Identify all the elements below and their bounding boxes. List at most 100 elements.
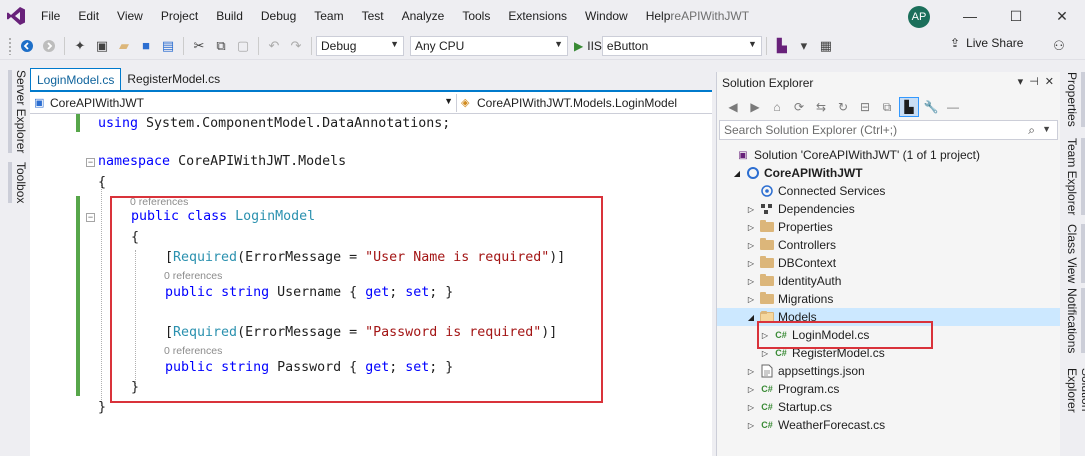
pin-icon[interactable]: ⊣ [1029, 75, 1039, 88]
visual-studio-logo-icon[interactable] [0, 0, 32, 32]
tab-register-model[interactable]: RegisterModel.cs [121, 68, 227, 90]
collapse-class-icon[interactable]: − [86, 213, 95, 222]
menu-test[interactable]: Test [353, 0, 393, 32]
tab-login-model[interactable]: LoginModel.cs [30, 68, 122, 90]
refresh-icon[interactable]: ↻ [833, 97, 853, 117]
project-nav-combo[interactable]: ▣ CoreAPIWithJWT ▼ [30, 94, 456, 112]
toolbox-tab[interactable]: Toolbox [8, 162, 28, 204]
toolbar-grip[interactable] [8, 36, 12, 55]
forward-icon[interactable]: ▶ [745, 97, 765, 117]
start-debugging-button[interactable]: ▶ IIS [574, 39, 602, 53]
menu-team[interactable]: Team [305, 0, 352, 32]
expand-arrow-icon[interactable]: ▷ [759, 349, 771, 358]
solution-explorer-search-input[interactable]: Search Solution Explorer (Ctrl+;) ⌕ ▼ [719, 120, 1058, 140]
pending-changes-filter-icon[interactable]: ⟳ [789, 97, 809, 117]
startup-item-combo[interactable]: eButton ▼ [601, 35, 762, 56]
toolbar-options-icon[interactable]: ▾ [793, 35, 815, 57]
save-icon[interactable]: ■ [135, 35, 157, 57]
class-view-tab[interactable]: Class View [1065, 224, 1085, 284]
expand-arrow-icon[interactable]: ▷ [745, 295, 757, 304]
expand-arrow-icon[interactable]: ▷ [745, 259, 757, 268]
tree-item-properties[interactable]: ▷ Properties [717, 218, 1061, 236]
cut-icon[interactable]: ✂ [188, 35, 210, 57]
menu-build[interactable]: Build [207, 0, 252, 32]
collapse-all-icon[interactable]: ⊟ [855, 97, 875, 117]
open-file-icon[interactable]: ▰ [113, 35, 135, 57]
close-button[interactable]: ✕ [1039, 0, 1085, 32]
back-icon[interactable] [16, 35, 38, 57]
menu-extensions[interactable]: Extensions [499, 0, 576, 32]
browser-link-icon[interactable]: ▙ [771, 35, 793, 57]
tree-item-program-cs[interactable]: ▷ C# Program.cs [717, 380, 1061, 398]
forward-icon[interactable] [38, 35, 60, 57]
redo-icon[interactable]: ↷ [285, 35, 307, 57]
expand-arrow-icon[interactable]: ▷ [745, 367, 757, 376]
platform-combo[interactable]: Any CPU ▼ [410, 35, 568, 56]
sync-icon[interactable]: ⇆ [811, 97, 831, 117]
tree-item-identityauth[interactable]: ▷ IdentityAuth [717, 272, 1061, 290]
menu-project[interactable]: Project [152, 0, 207, 32]
expand-arrow-icon[interactable]: ▷ [745, 205, 757, 214]
tree-item-dbcontext[interactable]: ▷ DBContext [717, 254, 1061, 272]
code-editor[interactable]: using System.ComponentModel.DataAnnotati… [30, 114, 712, 456]
window-position-icon[interactable]: ▾ [1018, 75, 1024, 88]
folder-icon [759, 292, 775, 306]
toggle-view-icon[interactable]: ▙ [899, 97, 919, 117]
class-nav-combo[interactable]: ◈ CoreAPIWithJWT.Models.LoginModel [456, 93, 712, 112]
properties-tab[interactable]: Properties [1065, 72, 1085, 127]
properties-icon[interactable]: 🔧 [921, 97, 941, 117]
notifications-tab[interactable]: Notifications [1065, 288, 1085, 354]
expand-arrow-icon[interactable]: ▷ [745, 241, 757, 250]
new-project-icon[interactable]: ✦ [69, 35, 91, 57]
undo-icon[interactable]: ↶ [263, 35, 285, 57]
expand-arrow-icon[interactable]: ▷ [745, 385, 757, 394]
live-share-button[interactable]: ⇪ Live Share [950, 36, 1023, 50]
menu-tools[interactable]: Tools [453, 0, 499, 32]
expanded-arrow-icon[interactable]: ◢ [745, 313, 757, 322]
expanded-arrow-icon[interactable]: ◢ [731, 169, 743, 178]
team-explorer-tab[interactable]: Team Explorer [1065, 138, 1085, 216]
tree-item-controllers[interactable]: ▷ Controllers [717, 236, 1061, 254]
feedback-icon[interactable]: ⚇ [1048, 35, 1070, 57]
add-item-icon[interactable]: ▣ [91, 35, 113, 57]
avatar[interactable]: AP [908, 6, 930, 28]
show-all-files-icon[interactable]: ⧉ [877, 97, 897, 117]
expand-arrow-icon[interactable]: ▷ [745, 277, 757, 286]
menu-debug[interactable]: Debug [252, 0, 305, 32]
menu-edit[interactable]: Edit [69, 0, 108, 32]
menu-file[interactable]: File [32, 0, 69, 32]
menu-view[interactable]: View [108, 0, 152, 32]
search-icon[interactable]: ⌕ [1028, 123, 1035, 138]
configuration-combo[interactable]: Debug ▼ [316, 35, 404, 56]
expand-arrow-icon[interactable]: ▷ [745, 223, 757, 232]
tree-item-connected-services[interactable]: Connected Services [717, 182, 1061, 200]
menu-analyze[interactable]: Analyze [393, 0, 454, 32]
menu-window[interactable]: Window [576, 0, 637, 32]
minimize-button[interactable]: — [947, 0, 993, 32]
collapse-namespace-icon[interactable]: − [86, 158, 95, 167]
copy-icon[interactable]: ⧉ [210, 35, 232, 57]
tree-item-migrations[interactable]: ▷ Migrations [717, 290, 1061, 308]
tree-item-startup-cs[interactable]: ▷ C# Startup.cs [717, 398, 1061, 416]
back-icon[interactable]: ◀ [723, 97, 743, 117]
close-icon[interactable]: ✕ [1045, 75, 1054, 88]
tree-item-label: Connected Services [778, 184, 886, 198]
expand-arrow-icon[interactable]: ▷ [745, 403, 757, 412]
home-icon[interactable]: ⌂ [767, 97, 787, 117]
paste-icon[interactable]: ▢ [232, 35, 254, 57]
tree-item-weatherforecast-cs[interactable]: ▷ C# WeatherForecast.cs [717, 416, 1061, 434]
server-explorer-tab[interactable]: Server Explorer [8, 70, 28, 154]
restore-button[interactable]: ☐ [993, 0, 1039, 32]
tree-project-node[interactable]: ◢ CoreAPIWithJWT [717, 164, 1061, 182]
solution-explorer-tab[interactable]: Solution Explorer [1065, 368, 1085, 456]
chevron-down-icon[interactable]: ▼ [1042, 124, 1051, 134]
preview-icon[interactable]: — [943, 97, 963, 117]
folder-icon [759, 238, 775, 252]
tree-item-dependencies[interactable]: ▷ Dependencies [717, 200, 1061, 218]
tree-solution-node[interactable]: ▣ Solution 'CoreAPIWithJWT' (1 of 1 proj… [717, 146, 1061, 164]
attach-icon[interactable]: ▦ [815, 35, 837, 57]
menu-help[interactable]: Help [637, 9, 671, 23]
save-all-icon[interactable]: ▤ [157, 35, 179, 57]
expand-arrow-icon[interactable]: ▷ [745, 421, 757, 430]
tree-item-appsettings-json[interactable]: ▷ appsettings.json [717, 362, 1061, 380]
